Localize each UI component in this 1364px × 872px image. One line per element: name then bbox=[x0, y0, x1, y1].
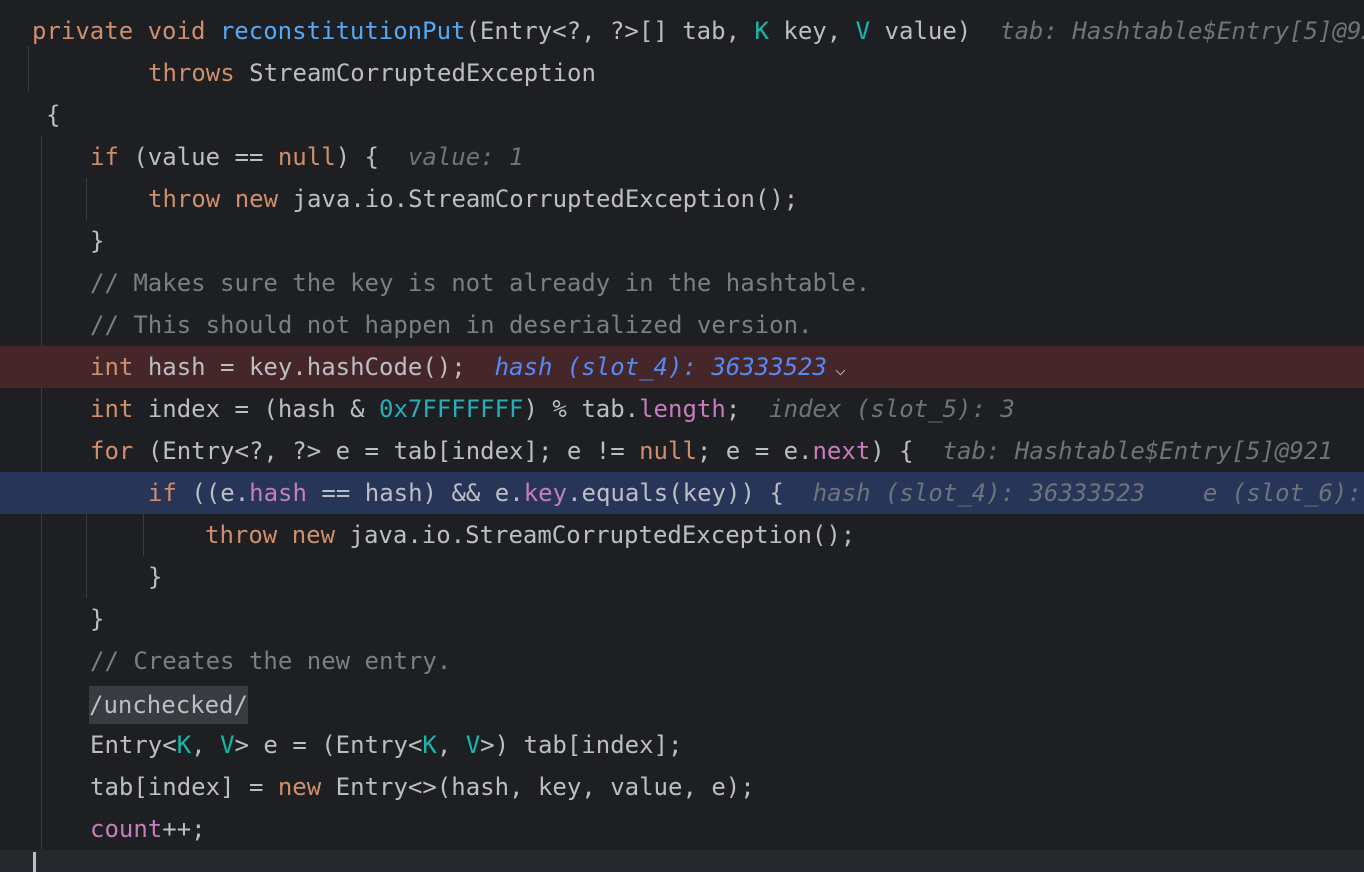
type-param-v: V bbox=[855, 17, 871, 45]
next-field: next bbox=[812, 437, 871, 465]
code-line-index[interactable]: int index = (hash & 0x7FFFFFFF) % tab.le… bbox=[0, 388, 1364, 430]
param-key: key, bbox=[783, 17, 842, 45]
code-line-if-null[interactable]: if (value == null) { value: 1 bbox=[0, 136, 1364, 178]
hash-field: hash bbox=[249, 479, 307, 507]
close-brace-partial bbox=[0, 850, 1364, 872]
if-expr-open: (value == bbox=[133, 143, 264, 171]
throws-keyword: throws bbox=[148, 59, 235, 87]
throw-keyword: throw bbox=[148, 185, 221, 213]
new-keyword: new bbox=[277, 773, 322, 801]
exception-type: StreamCorruptedException bbox=[249, 59, 596, 87]
key-field: key bbox=[523, 479, 568, 507]
if-keyword: if bbox=[148, 479, 177, 507]
code-line-current-execution[interactable]: if ((e.hash == hash) && e.key.equals(key… bbox=[0, 472, 1364, 514]
code-line-throw[interactable]: throw new java.io.StreamCorruptedExcepti… bbox=[0, 178, 1364, 220]
code-line-comment[interactable]: // This should not happen in deserialize… bbox=[0, 304, 1364, 346]
code-line-throw[interactable]: throw new java.io.StreamCorruptedExcepti… bbox=[0, 514, 1364, 556]
code-editor[interactable]: private void reconstitutionPut(Entry<?, … bbox=[0, 0, 1364, 872]
type-param-k: K bbox=[176, 731, 192, 759]
method-name[interactable]: reconstitutionPut bbox=[220, 17, 466, 45]
param-value: value) bbox=[884, 17, 972, 45]
inline-debug-hint[interactable]: tab: Hashtable$Entry[5]@921 bbox=[943, 437, 1333, 465]
open-brace: { bbox=[46, 101, 61, 129]
count-field: count bbox=[90, 815, 163, 843]
if-expr-close: ) { bbox=[335, 143, 380, 171]
tab-assign-lhs: tab[index] = bbox=[90, 773, 264, 801]
null-keyword: null bbox=[277, 143, 336, 171]
code-line-open-brace[interactable]: { bbox=[0, 94, 1364, 136]
close-brace: } bbox=[148, 563, 163, 591]
null-keyword: null bbox=[639, 437, 697, 465]
code-line-throws[interactable]: throws StreamCorruptedException bbox=[0, 52, 1364, 94]
params-open: (Entry<?, ?>[] tab, bbox=[465, 17, 741, 45]
entry-type-open: Entry< bbox=[90, 731, 177, 759]
code-line-close-brace[interactable]: } bbox=[0, 556, 1364, 598]
comment-text: // Makes sure the key is not already in … bbox=[90, 269, 871, 297]
code-line-comment[interactable]: // Creates the new entry. bbox=[0, 640, 1364, 682]
modifiers: private void bbox=[32, 17, 206, 45]
inline-debug-hint[interactable]: index (slot_5): 3 bbox=[769, 395, 1015, 423]
comma: , bbox=[436, 731, 452, 759]
length-field: length bbox=[639, 395, 726, 423]
comment-text: // This should not happen in deserialize… bbox=[90, 311, 813, 339]
entry-ctor-expr: Entry<>(hash, key, value, e); bbox=[335, 773, 755, 801]
if-expr-open: ((e. bbox=[191, 479, 250, 507]
semicolon: ; bbox=[725, 395, 741, 423]
hash-expr: hash = key.hashCode(); bbox=[147, 353, 466, 381]
throw-expr: java.io.StreamCorruptedException(); bbox=[292, 185, 799, 213]
for-expr: (Entry<?, ?> e = tab[index]; e != bbox=[147, 437, 625, 465]
code-line-signature[interactable]: private void reconstitutionPut(Entry<?, … bbox=[0, 10, 1364, 52]
chevron-down-icon[interactable]: ⌵ bbox=[835, 349, 846, 391]
code-line-for[interactable]: for (Entry<?, ?> e = tab[index]; e != nu… bbox=[0, 430, 1364, 472]
int-keyword: int bbox=[90, 353, 134, 381]
for-expr-close: ) { bbox=[870, 437, 914, 465]
suppress-warning-annotation[interactable]: /unchecked/ bbox=[89, 686, 248, 724]
for-expr-mid: ; e = e. bbox=[696, 437, 813, 465]
throw-expr: java.io.StreamCorruptedException(); bbox=[349, 521, 856, 549]
comment-text: // Creates the new entry. bbox=[90, 647, 452, 675]
inline-debug-hint[interactable]: value: 1 bbox=[408, 143, 524, 171]
new-keyword: new bbox=[234, 185, 279, 213]
if-expr-close: .equals(key)) { bbox=[567, 479, 784, 507]
index-expr-mid: ) % tab. bbox=[523, 395, 640, 423]
type-param-v: V bbox=[465, 731, 481, 759]
close-brace: } bbox=[90, 227, 105, 255]
if-expr-mid: == hash) && e. bbox=[321, 479, 524, 507]
entry-cast-expr: > e = (Entry< bbox=[234, 731, 423, 759]
new-keyword: new bbox=[291, 521, 336, 549]
entry-cast-close: >) tab[index]; bbox=[480, 731, 683, 759]
throw-keyword: throw bbox=[205, 521, 278, 549]
int-keyword: int bbox=[90, 395, 134, 423]
inline-debug-hint[interactable]: e (slot_6): bbox=[1203, 479, 1362, 507]
code-line-close-brace[interactable]: } bbox=[0, 598, 1364, 640]
comma: , bbox=[191, 731, 206, 759]
code-line-comment[interactable]: // Makes sure the key is not already in … bbox=[0, 262, 1364, 304]
code-line-entry-cast[interactable]: Entry<K, V> e = (Entry<K, V>) tab[index]… bbox=[0, 724, 1364, 766]
increment-op: ++; bbox=[162, 815, 206, 843]
code-line-breakpoint[interactable]: int hash = key.hashCode(); hash (slot_4)… bbox=[0, 346, 1364, 388]
inline-debug-hint[interactable]: hash (slot_4): 36333523 bbox=[813, 479, 1145, 507]
for-keyword: for bbox=[90, 437, 134, 465]
code-line-tab-assign[interactable]: tab[index] = new Entry<>(hash, key, valu… bbox=[0, 766, 1364, 808]
hex-literal: 0x7FFFFFFF bbox=[379, 395, 524, 423]
close-brace: } bbox=[90, 605, 105, 633]
debug-value-hint[interactable]: hash (slot_4): 36333523 bbox=[495, 353, 827, 381]
code-line-count[interactable]: count++; bbox=[0, 808, 1364, 850]
type-param-k: K bbox=[754, 17, 769, 45]
code-line-unchecked[interactable]: /unchecked/ bbox=[0, 682, 1364, 724]
type-param-k: K bbox=[422, 731, 437, 759]
type-param-v: V bbox=[220, 731, 235, 759]
code-line-close-brace[interactable]: } bbox=[0, 220, 1364, 262]
inline-debug-hint[interactable]: tab: Hashtable$Entry[5]@92 bbox=[1000, 17, 1364, 45]
index-expr: index = (hash & bbox=[147, 395, 365, 423]
if-keyword: if bbox=[90, 143, 119, 171]
